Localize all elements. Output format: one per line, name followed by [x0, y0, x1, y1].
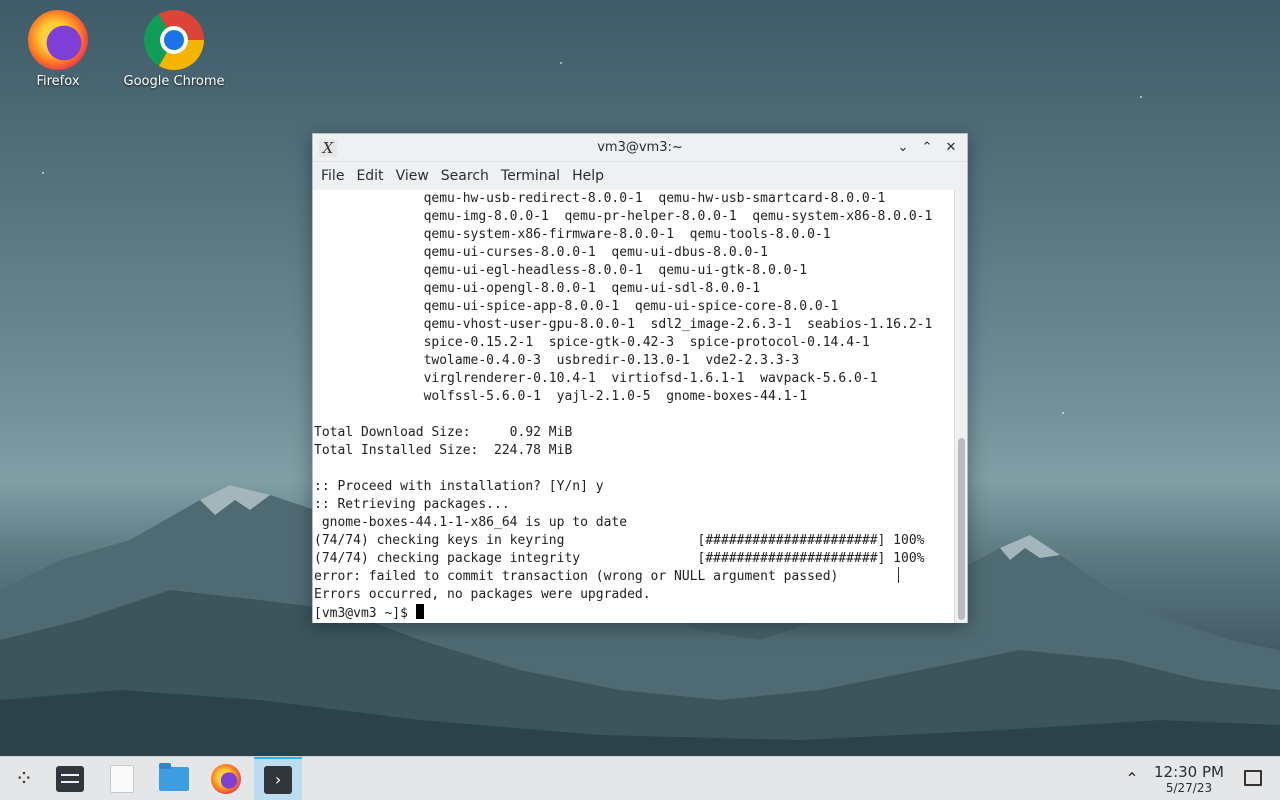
clock-date: 5/27/23 [1165, 781, 1213, 795]
terminal-line: Errors occurred, no packages were upgrad… [314, 587, 651, 602]
firefox-icon [211, 764, 241, 794]
terminal-line: wolfssl-5.6.0-1 yajl-2.1.0-5 gnome-boxes… [314, 389, 808, 404]
desktop-icon-label: Firefox [36, 74, 80, 89]
text-editor-icon [110, 765, 134, 793]
taskbar: ⁘ › ⌃ 12:30 PM 5/27/23 [0, 756, 1280, 800]
terminal-prompt-line[interactable]: [vm3@vm3 ~]$ [313, 604, 955, 622]
terminal-line: Total Installed Size: 224.78 MiB [314, 443, 573, 458]
desktop-icon-firefox[interactable]: Firefox [3, 10, 113, 89]
star [1140, 96, 1142, 98]
taskbar-firefox[interactable] [202, 757, 250, 800]
terminal-line: qemu-img-8.0.0-1 qemu-pr-helper-8.0.0-1 … [314, 209, 933, 224]
terminal-line: qemu-ui-egl-headless-8.0.0-1 qemu-ui-gtk… [314, 263, 808, 278]
menu-edit[interactable]: Edit [350, 168, 389, 184]
terminal-line: qemu-vhost-user-gpu-8.0.0-1 sdl2_image-2… [314, 317, 933, 332]
terminal-line: qemu-system-x86-firmware-8.0.0-1 qemu-to… [314, 227, 831, 242]
terminal-line: Total Download Size: 0.92 MiB [314, 425, 573, 440]
menu-search[interactable]: Search [435, 168, 495, 184]
terminal-line: error: failed to commit transaction (wro… [314, 569, 839, 584]
star [560, 62, 562, 64]
menu-bar: File Edit View Search Terminal Help [313, 162, 967, 190]
terminal-icon: › [264, 766, 292, 794]
text-cursor [415, 604, 424, 619]
taskbar-file-manager[interactable] [150, 757, 198, 800]
application-launcher-icon: ⁘ [14, 766, 34, 792]
star [42, 172, 44, 174]
window-title: vm3@vm3:~ [597, 140, 683, 155]
desktop-icon-google-chrome[interactable]: Google Chrome [119, 10, 229, 89]
file-manager-icon [159, 763, 189, 791]
system-tray-expand-icon[interactable]: ⌃ [1122, 767, 1142, 791]
ibeam-cursor-icon [898, 567, 900, 583]
window-titlebar[interactable]: X vm3@vm3:~ ⌄ ⌃ ✕ [313, 134, 967, 162]
terminal-prompt: [vm3@vm3 ~]$ [314, 606, 416, 621]
menu-help[interactable]: Help [566, 168, 610, 184]
terminal-line: gnome-boxes-44.1-1-x86_64 is up to date [314, 515, 628, 530]
terminal-output[interactable]: qemu-hw-usb-redirect-8.0.0-1 qemu-hw-usb… [313, 190, 955, 623]
desktop-icon-label: Google Chrome [123, 74, 225, 89]
terminal-line: twolame-0.4.0-3 usbredir-0.13.0-1 vde2-2… [314, 353, 800, 368]
close-button[interactable]: ✕ [941, 138, 961, 158]
taskbar-text-editor[interactable] [98, 757, 146, 800]
terminal-line: qemu-ui-spice-app-8.0.0-1 qemu-ui-spice-… [314, 299, 839, 314]
minimize-button[interactable]: ⌄ [893, 138, 913, 158]
terminal-window[interactable]: X vm3@vm3:~ ⌄ ⌃ ✕ File Edit View Search … [312, 133, 968, 623]
terminal-line: qemu-ui-curses-8.0.0-1 qemu-ui-dbus-8.0.… [314, 245, 768, 260]
terminal-line: qemu-hw-usb-redirect-8.0.0-1 qemu-hw-usb… [314, 191, 886, 206]
menu-file[interactable]: File [315, 168, 350, 184]
menu-view[interactable]: View [390, 168, 435, 184]
star [1062, 412, 1064, 414]
system-settings-icon [56, 766, 84, 792]
terminal-line: spice-0.15.2-1 spice-gtk-0.42-3 spice-pr… [314, 335, 870, 350]
terminal-line: virglrenderer-0.10.4-1 virtiofsd-1.6.1-1… [314, 371, 878, 386]
maximize-button[interactable]: ⌃ [917, 138, 937, 158]
digital-clock[interactable]: 12:30 PM 5/27/23 [1150, 763, 1228, 795]
clock-time: 12:30 PM [1154, 763, 1224, 781]
show-desktop-icon[interactable] [1244, 770, 1262, 786]
taskbar-system-settings[interactable] [46, 757, 94, 800]
terminal-line: qemu-ui-opengl-8.0.0-1 qemu-ui-sdl-8.0.0… [314, 281, 761, 296]
terminal-line: :: Retrieving packages... [314, 497, 510, 512]
firefox-icon [28, 10, 88, 70]
terminal-line: (74/74) checking package integrity [####… [314, 551, 925, 566]
menu-terminal[interactable]: Terminal [495, 168, 566, 184]
scrollbar-thumb[interactable] [958, 438, 965, 620]
application-launcher-button[interactable]: ⁘ [0, 757, 48, 800]
terminal-line: (74/74) checking keys in keyring [######… [314, 533, 925, 548]
taskbar-terminal[interactable]: › [254, 757, 302, 800]
chrome-icon [144, 10, 204, 70]
xterm-app-icon[interactable]: X [319, 139, 337, 157]
terminal-scrollbar[interactable] [954, 190, 967, 623]
terminal-line: :: Proceed with installation? [Y/n] y [314, 479, 604, 494]
